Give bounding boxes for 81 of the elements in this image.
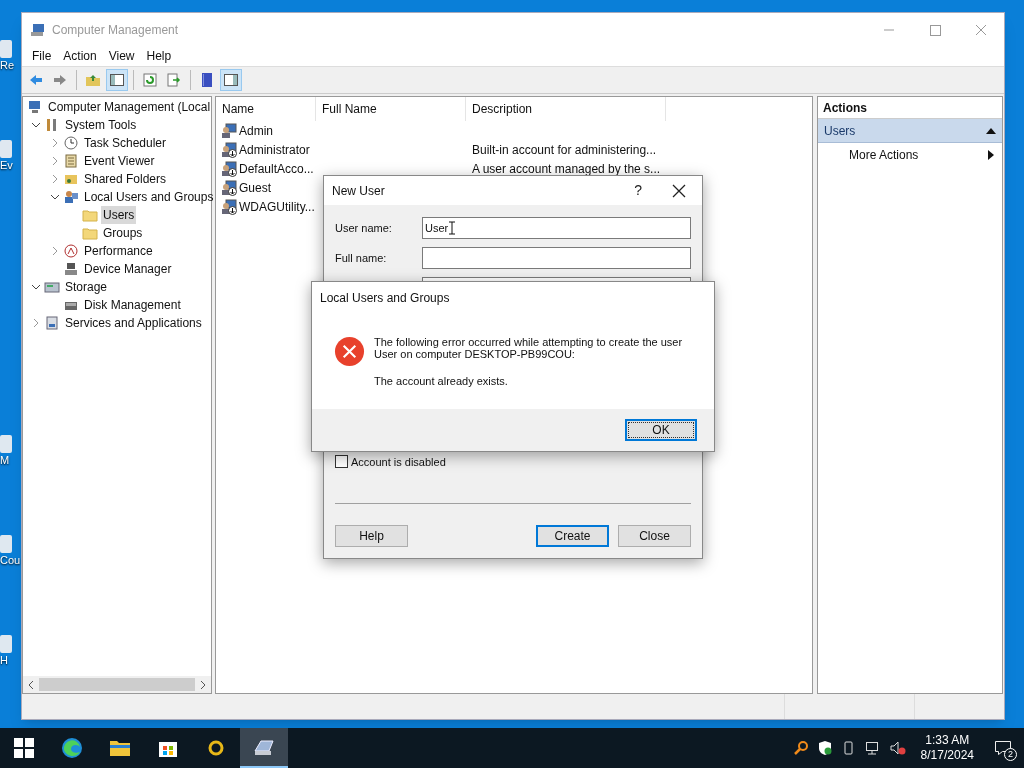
dialog-button[interactable]: Close — [618, 525, 691, 547]
tree-item[interactable]: Device Manager — [82, 260, 174, 278]
tree-item[interactable]: System Tools — [63, 116, 139, 134]
error-detail: The account already exists. — [374, 374, 509, 389]
users-icon — [63, 189, 79, 205]
window-title: Computer Management — [52, 21, 179, 39]
text-field[interactable] — [422, 247, 691, 269]
muted-speaker-icon[interactable] — [888, 740, 907, 756]
collapsed-chevron-icon[interactable] — [50, 246, 60, 256]
expanded-chevron-icon[interactable] — [31, 282, 41, 292]
dialog-title: New User — [332, 182, 385, 200]
close-icon[interactable] — [672, 183, 686, 198]
shield-icon[interactable] — [816, 740, 833, 756]
column-header[interactable]: Name — [216, 97, 316, 121]
clock-icon — [63, 135, 79, 151]
text-field[interactable]: User — [422, 217, 691, 239]
menu-item[interactable]: View — [102, 47, 141, 65]
error-icon — [334, 336, 365, 367]
help-button[interactable]: ? — [634, 180, 642, 201]
column-header[interactable]: Description — [466, 97, 666, 121]
windows-logo-icon[interactable] — [12, 736, 36, 760]
menu-item[interactable]: File — [26, 47, 58, 65]
notification-count: 2 — [1004, 748, 1017, 761]
gauge-icon — [63, 243, 79, 259]
expanded-chevron-icon[interactable] — [31, 120, 41, 130]
desktop-icon-label[interactable]: Re — [0, 58, 15, 72]
text-cursor-icon — [449, 221, 456, 235]
folder-icon — [82, 225, 98, 241]
collapsed-chevron-icon[interactable] — [50, 174, 60, 184]
tree-item[interactable]: Event Viewer — [82, 152, 157, 170]
tree-item[interactable]: Services and Applications — [63, 314, 204, 332]
user-name[interactable]: Admin — [239, 121, 273, 140]
tree-item[interactable]: Groups — [101, 224, 145, 242]
desktop-icon-label[interactable]: Ev — [0, 158, 13, 172]
browser-icon[interactable] — [60, 736, 84, 760]
field-label: User name: — [335, 220, 393, 236]
collapsed-chevron-icon[interactable] — [31, 318, 41, 328]
ok-button[interactable]: OK — [625, 419, 697, 441]
tree-item[interactable]: Task Scheduler — [82, 134, 169, 152]
desktop-icon-label[interactable]: Cou — [0, 553, 21, 567]
folder-icon — [82, 207, 98, 223]
clock-time[interactable]: 1:33 AM — [925, 733, 970, 748]
error-message: The following error occurred while attempting to create the user User on computer DESKTOP-PB99COU: — [374, 336, 684, 360]
tree-item[interactable]: Storage — [63, 278, 110, 296]
actions-section[interactable]: Users — [818, 119, 1002, 143]
search-icon[interactable] — [792, 740, 809, 756]
collapsed-chevron-icon[interactable] — [50, 138, 60, 148]
computer-icon — [27, 99, 43, 115]
action-link[interactable]: More Actions — [849, 146, 919, 164]
scrollbar-thumb[interactable] — [39, 678, 195, 691]
tree-item[interactable]: Disk Management — [82, 296, 183, 314]
tree-item[interactable]: Computer Management (Local — [46, 98, 213, 116]
tree-item[interactable]: Shared Folders — [82, 170, 169, 188]
desktop-icon-label[interactable]: M — [0, 453, 10, 467]
desktop-icon-label[interactable]: H — [0, 653, 8, 667]
user-description: Built-in account for administering... — [471, 141, 657, 159]
network-icon[interactable] — [864, 740, 881, 756]
field-label: Full name: — [335, 250, 388, 266]
collapsed-chevron-icon[interactable] — [50, 156, 60, 166]
storage-icon — [44, 279, 60, 295]
dialog-button[interactable]: Help — [335, 525, 408, 547]
device-icon — [63, 261, 79, 277]
tree-item[interactable]: Users — [101, 206, 137, 224]
menu-item[interactable]: Help — [140, 47, 178, 65]
services-icon — [44, 315, 60, 331]
computer-management-taskbar-button[interactable] — [240, 728, 288, 768]
dialog-button[interactable]: Create — [536, 525, 609, 547]
checkbox[interactable] — [335, 455, 348, 469]
submenu-triangle-icon[interactable] — [988, 150, 994, 160]
app-icon — [30, 21, 46, 38]
column-header[interactable]: Full Name — [316, 97, 466, 121]
clock-date[interactable]: 8/17/2024 — [920, 748, 974, 763]
collapse-triangle-icon[interactable] — [986, 127, 996, 134]
dialog-title: Local Users and Groups — [320, 290, 450, 307]
notifications-icon[interactable] — [994, 740, 1012, 756]
checkbox-label: Account is disabled — [351, 454, 446, 470]
menu-item[interactable]: Action — [57, 47, 103, 65]
tree-item[interactable]: Local Users and Groups — [82, 188, 216, 206]
tree-item[interactable]: Performance — [82, 242, 155, 260]
expanded-chevron-icon[interactable] — [50, 192, 60, 202]
log-icon — [63, 153, 79, 169]
